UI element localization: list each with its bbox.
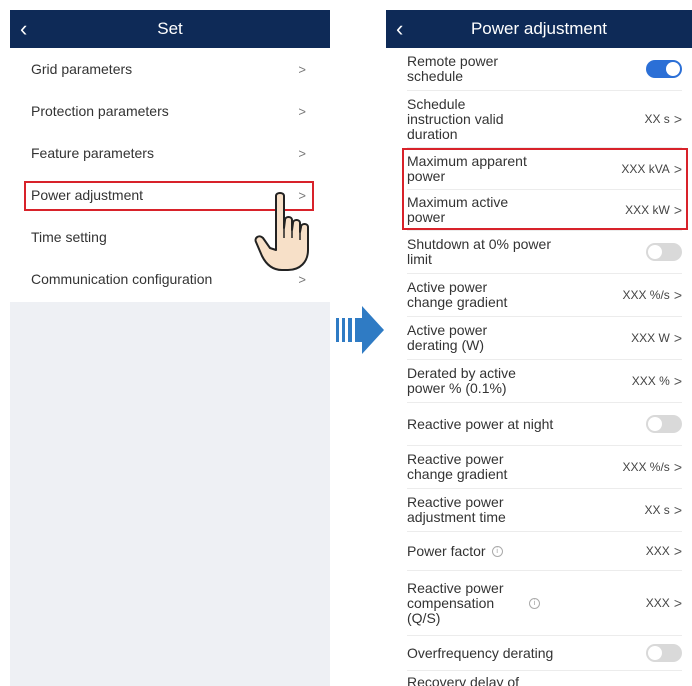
setting-active-power-derating[interactable]: Active power derating (W) XXX W > [386, 317, 692, 359]
chevron-right-icon: > [673, 459, 682, 475]
chevron-right-icon: > [673, 330, 682, 346]
setting-reactive-power-compensation[interactable]: Reactive power compensation (Q/S) i XXX > [386, 571, 692, 635]
setting-label: Schedule instruction valid duration [407, 95, 504, 142]
chevron-right-icon: > [298, 145, 306, 161]
chevron-right-icon: > [298, 103, 306, 119]
setting-label: Recovery delay of [407, 673, 520, 686]
setting-schedule-instruction-valid-duration[interactable]: Schedule instruction valid duration XX s… [386, 91, 692, 147]
app-header: ‹ Power adjustment [386, 10, 692, 48]
chevron-right-icon: > [673, 502, 682, 518]
power-adjustment-screen: ‹ Power adjustment Remote power schedule… [386, 10, 692, 686]
setting-recovery-delay[interactable]: Recovery delay of [386, 671, 692, 686]
setting-value: XXX %/s > [622, 287, 682, 303]
chevron-right-icon: > [673, 373, 682, 389]
menu-item-label: Time setting [31, 229, 107, 245]
setting-derated-by-active-power-percent[interactable]: Derated by active power % (0.1%) XXX % > [386, 360, 692, 402]
menu-item-grid-parameters[interactable]: Grid parameters > [10, 48, 330, 90]
setting-value: XXX > [645, 595, 682, 611]
toggle-switch[interactable] [646, 243, 682, 261]
menu-item-label: Communication configuration [31, 271, 213, 287]
setting-reactive-power-adjustment-time[interactable]: Reactive power adjustment time XX s > [386, 489, 692, 531]
setting-label: Power factor i [407, 543, 503, 559]
chevron-right-icon: > [673, 595, 682, 611]
highlight-box [402, 148, 688, 230]
setting-remote-power-schedule[interactable]: Remote power schedule [386, 48, 692, 90]
setting-value: XXX % > [631, 373, 682, 389]
back-chevron-icon[interactable]: ‹ [396, 10, 403, 48]
setting-reactive-power-change-gradient[interactable]: Reactive power change gradient XXX %/s > [386, 446, 692, 488]
setting-label: Remote power schedule [407, 53, 499, 84]
settings-screen: ‹ Set Grid parameters > Protection param… [10, 10, 330, 686]
right-arrow-icon [336, 306, 384, 354]
chevron-right-icon: > [298, 61, 306, 77]
setting-label: Shutdown at 0% power limit [407, 236, 551, 267]
pointing-hand-icon [254, 192, 309, 271]
setting-label: Active power derating (W) [407, 322, 488, 353]
menu-item-label: Feature parameters [31, 145, 154, 161]
menu-item-protection-parameters[interactable]: Protection parameters > [10, 90, 330, 132]
info-icon[interactable]: i [529, 597, 540, 609]
chevron-right-icon: > [673, 543, 682, 559]
chevron-right-icon: > [673, 111, 682, 127]
setting-power-factor[interactable]: Power factor i XXX > [386, 532, 692, 570]
setting-reactive-power-at-night[interactable]: Reactive power at night [386, 403, 692, 445]
menu-item-feature-parameters[interactable]: Feature parameters > [10, 132, 330, 174]
setting-value: XXX > [645, 543, 682, 559]
page-title: Power adjustment [470, 19, 608, 38]
chevron-right-icon: > [673, 287, 682, 303]
page-title: Set [157, 19, 183, 38]
setting-label: Active power change gradient [407, 279, 508, 310]
toggle-switch[interactable] [646, 644, 682, 662]
setting-value: XXX W > [631, 330, 682, 346]
setting-label: Reactive power compensation (Q/S) [407, 579, 504, 626]
empty-background [10, 302, 330, 686]
setting-label: Reactive power change gradient [407, 451, 508, 482]
setting-label: Overfrequency derating [407, 644, 554, 661]
setting-active-power-change-gradient[interactable]: Active power change gradient XXX %/s > [386, 274, 692, 316]
setting-value: XX s > [644, 502, 682, 518]
setting-label: Derated by active power % (0.1%) [407, 365, 516, 396]
toggle-switch[interactable] [646, 60, 682, 78]
info-icon[interactable]: i [491, 546, 503, 558]
app-header: ‹ Set [10, 10, 330, 48]
setting-label: Reactive power at night [407, 415, 554, 432]
setting-value: XX s > [644, 111, 682, 127]
menu-item-label: Grid parameters [31, 61, 133, 77]
back-chevron-icon[interactable]: ‹ [20, 10, 27, 48]
menu-item-label: Protection parameters [31, 103, 169, 119]
setting-value: XXX %/s > [622, 459, 682, 475]
setting-label: Reactive power adjustment time [407, 494, 506, 525]
toggle-switch[interactable] [646, 415, 682, 433]
setting-shutdown-at-0-power-limit[interactable]: Shutdown at 0% power limit [386, 231, 692, 273]
setting-overfrequency-derating[interactable]: Overfrequency derating [386, 636, 692, 670]
